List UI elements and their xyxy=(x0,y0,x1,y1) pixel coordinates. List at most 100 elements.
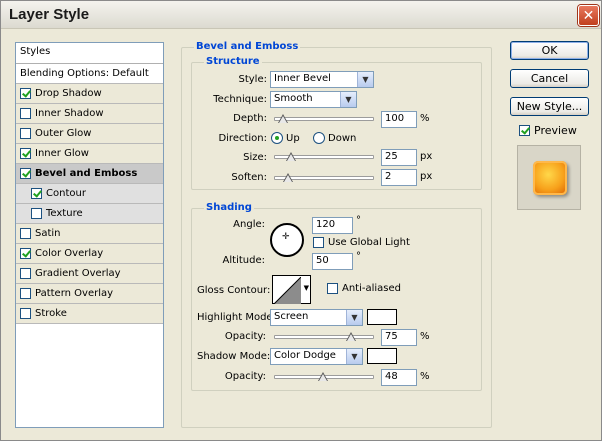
style-preview-thumbnail xyxy=(517,145,581,210)
angle-unit: ° xyxy=(356,215,361,226)
style-item-checkbox[interactable] xyxy=(20,128,31,139)
cancel-button[interactable]: Cancel xyxy=(510,69,589,88)
style-item-checkbox[interactable] xyxy=(20,228,31,239)
size-label: Size: xyxy=(243,152,267,163)
anti-aliased-checkbox[interactable]: Anti-aliased xyxy=(327,283,401,294)
style-item-label: Pattern Overlay xyxy=(35,288,114,299)
close-icon: ✕ xyxy=(582,7,595,24)
preview-label: Preview xyxy=(534,124,577,137)
style-item-pattern-overlay[interactable]: Pattern Overlay xyxy=(16,284,163,304)
style-item-stroke[interactable]: Stroke xyxy=(16,304,163,324)
style-item-texture[interactable]: Texture xyxy=(16,204,163,224)
style-label: Style: xyxy=(238,74,268,85)
size-slider[interactable] xyxy=(274,152,374,162)
gloss-contour-picker[interactable]: ▼ xyxy=(272,275,311,304)
style-item-checkbox[interactable] xyxy=(20,288,31,299)
highlight-opacity-input[interactable]: 75 xyxy=(381,329,417,346)
style-item-checkbox[interactable] xyxy=(20,168,31,179)
style-item-checkbox[interactable] xyxy=(20,308,31,319)
style-item-gradient-overlay[interactable]: Gradient Overlay xyxy=(16,264,163,284)
shadow-opacity-slider[interactable] xyxy=(274,372,374,382)
ok-button[interactable]: OK xyxy=(510,41,589,60)
style-item-outer-glow[interactable]: Outer Glow xyxy=(16,124,163,144)
use-global-light-box[interactable] xyxy=(313,237,324,248)
size-slider-thumb[interactable] xyxy=(286,152,296,162)
style-item-label: Inner Glow xyxy=(35,148,89,159)
style-item-label: Color Overlay xyxy=(35,248,104,259)
blending-options-label: Blending Options: Default xyxy=(20,68,149,79)
preview-box[interactable] xyxy=(519,125,530,136)
altitude-input[interactable]: 50 xyxy=(312,253,353,270)
blending-options-item[interactable]: Blending Options: Default xyxy=(16,64,163,84)
highlight-color-swatch[interactable] xyxy=(367,309,397,325)
soften-input-value: 2 xyxy=(385,171,392,182)
direction-label: Direction: xyxy=(218,133,267,144)
chevron-down-icon: ▼ xyxy=(340,92,356,107)
direction-up-radio[interactable] xyxy=(271,132,283,144)
window-title: Layer Style xyxy=(9,6,90,23)
depth-input-value: 100 xyxy=(385,113,405,124)
style-item-checkbox[interactable] xyxy=(20,248,31,259)
soften-slider[interactable] xyxy=(274,173,374,183)
structure-title: Structure xyxy=(204,56,262,67)
style-item-label: Inner Shadow xyxy=(35,108,104,119)
direction-down-radio[interactable] xyxy=(313,132,325,144)
style-item-satin[interactable]: Satin xyxy=(16,224,163,244)
bevel-emboss-title: Bevel and Emboss xyxy=(194,41,301,52)
size-input[interactable]: 25 xyxy=(381,149,417,166)
style-item-label: Gradient Overlay xyxy=(35,268,121,279)
soften-slider-thumb[interactable] xyxy=(283,173,293,183)
direction-up-label: Up xyxy=(286,133,300,144)
angle-input-value: 120 xyxy=(316,219,336,230)
style-item-label: Drop Shadow xyxy=(35,88,102,99)
style-item-contour[interactable]: Contour xyxy=(16,184,163,204)
style-item-checkbox[interactable] xyxy=(20,108,31,119)
technique-label: Technique: xyxy=(213,94,267,105)
depth-input[interactable]: 100 xyxy=(381,111,417,128)
shading-title: Shading xyxy=(204,202,254,213)
style-item-checkbox[interactable] xyxy=(20,88,31,99)
style-item-drop-shadow[interactable]: Drop Shadow xyxy=(16,84,163,104)
angle-input[interactable]: 120 xyxy=(312,217,353,234)
style-item-checkbox[interactable] xyxy=(20,148,31,159)
shadow-opacity-input[interactable]: 48 xyxy=(381,369,417,386)
style-item-label: Contour xyxy=(46,188,86,199)
altitude-unit: ° xyxy=(356,251,361,262)
style-item-checkbox[interactable] xyxy=(31,208,42,219)
highlight-mode-label: Highlight Mode: xyxy=(197,312,276,323)
crosshair-icon: ✛ xyxy=(282,232,290,242)
style-item-label: Texture xyxy=(46,208,83,219)
depth-slider[interactable] xyxy=(274,114,374,124)
styles-header: Styles xyxy=(16,43,163,64)
style-item-inner-shadow[interactable]: Inner Shadow xyxy=(16,104,163,124)
anti-aliased-label: Anti-aliased xyxy=(342,283,402,294)
depth-label: Depth: xyxy=(233,113,267,124)
soften-input[interactable]: 2 xyxy=(381,169,417,186)
highlight-opacity-slider-thumb[interactable] xyxy=(346,332,356,342)
chevron-down-icon: ▼ xyxy=(303,284,309,292)
angle-label: Angle: xyxy=(233,219,265,230)
highlight-mode-select[interactable]: Screen ▼ xyxy=(270,309,363,326)
use-global-light-checkbox[interactable]: Use Global Light xyxy=(313,237,410,248)
new-style-button[interactable]: New Style... xyxy=(510,97,589,116)
depth-slider-thumb[interactable] xyxy=(278,114,288,124)
technique-select[interactable]: Smooth ▼ xyxy=(270,91,357,108)
shadow-mode-select[interactable]: Color Dodge ▼ xyxy=(270,348,363,365)
highlight-opacity-label: Opacity: xyxy=(224,331,266,342)
anti-aliased-box[interactable] xyxy=(327,283,338,294)
style-item-checkbox[interactable] xyxy=(20,268,31,279)
style-item-color-overlay[interactable]: Color Overlay xyxy=(16,244,163,264)
style-item-inner-glow[interactable]: Inner Glow xyxy=(16,144,163,164)
style-select[interactable]: Inner Bevel ▼ xyxy=(270,71,374,88)
style-item-checkbox[interactable] xyxy=(31,188,42,199)
size-input-value: 25 xyxy=(385,151,398,162)
use-global-light-label: Use Global Light xyxy=(328,237,410,248)
highlight-opacity-slider[interactable] xyxy=(274,332,374,342)
angle-dial[interactable]: ✛ xyxy=(270,223,304,257)
shadow-opacity-slider-thumb[interactable] xyxy=(318,372,328,382)
close-button[interactable]: ✕ xyxy=(578,5,599,26)
shadow-color-swatch[interactable] xyxy=(367,348,397,364)
style-item-label: Stroke xyxy=(35,308,67,319)
style-item-bevel-and-emboss[interactable]: Bevel and Emboss xyxy=(16,164,163,184)
preview-checkbox[interactable]: Preview xyxy=(519,124,577,137)
